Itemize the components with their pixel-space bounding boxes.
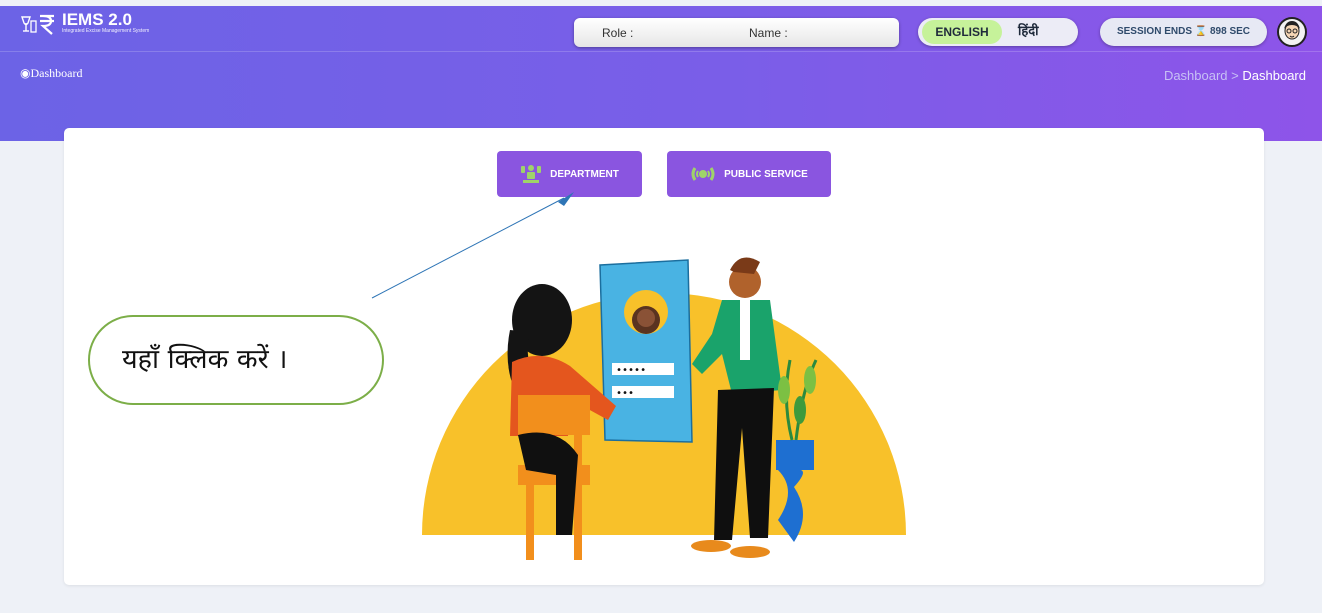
annotation-arrow (371, 192, 574, 299)
app-title: IEMS 2.0 (62, 10, 132, 29)
app-logo[interactable]: IEMS 2.0 Integrated Excise Management Sy… (20, 10, 150, 35)
role-name-box: Role : Name : (574, 18, 899, 47)
department-icon (521, 165, 542, 183)
breadcrumb-separator: > (1231, 68, 1239, 83)
top-navbar: IEMS 2.0 Integrated Excise Management Sy… (0, 6, 1322, 52)
svg-text:•••: ••• (616, 388, 634, 399)
public-service-icon (691, 167, 715, 181)
public-service-button[interactable]: PUBLIC SERVICE (667, 151, 831, 197)
page-title-text: Dashboard (30, 66, 83, 80)
user-avatar[interactable] (1277, 17, 1307, 47)
session-timer: SESSION ENDS ⌛ 898 SEC (1100, 18, 1267, 46)
breadcrumb-current: Dashboard (1242, 68, 1306, 83)
page-title: ◉Dashboard (20, 66, 82, 81)
avatar-icon (1284, 21, 1300, 40)
annotation-callout: यहाँ क्लिक करें । (88, 315, 384, 405)
department-button-label: DEPARTMENT (550, 168, 619, 180)
breadcrumb-root[interactable]: Dashboard (1164, 68, 1228, 83)
breadcrumb: Dashboard > Dashboard (1164, 68, 1306, 83)
language-hindi-option[interactable]: हिंदी (1018, 18, 1039, 46)
dashboard-icon: ◉ (20, 66, 31, 80)
language-english-option[interactable]: ENGLISH (922, 20, 1002, 44)
name-label: Name : (749, 26, 788, 40)
public-service-button-label: PUBLIC SERVICE (724, 168, 808, 180)
language-toggle[interactable]: ENGLISH हिंदी (918, 18, 1078, 46)
logo-emblem-icon (20, 13, 56, 35)
svg-text:•••••: ••••• (616, 365, 646, 376)
role-label: Role : (602, 26, 634, 40)
app-subtitle: Integrated Excise Management System (62, 28, 150, 34)
